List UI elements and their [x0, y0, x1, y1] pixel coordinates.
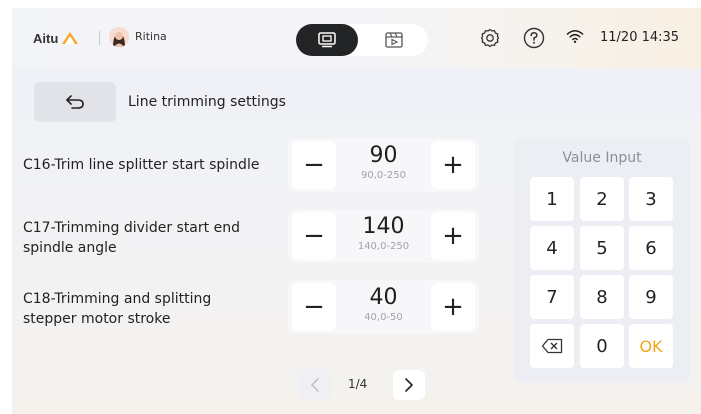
- stepper-value[interactable]: 140: [338, 214, 429, 239]
- video-mode-button[interactable]: [364, 24, 424, 56]
- settings-icon: [480, 28, 500, 48]
- stepper-range: 40,0-50: [364, 312, 403, 323]
- machine-icon: [318, 32, 336, 48]
- key-9[interactable]: 9: [629, 275, 673, 319]
- machine-mode-button[interactable]: [296, 24, 358, 56]
- brand-logo: Aitu: [33, 28, 79, 48]
- brand-logo-text: Aitu: [33, 30, 59, 46]
- top-bar: Aitu Ritina 11/20 14:35: [12, 8, 701, 68]
- stepper-value[interactable]: 40: [338, 285, 429, 310]
- back-arrow-icon: [66, 95, 84, 109]
- param-label-c18: C18-Trimming and splitting stepper motor…: [23, 291, 212, 327]
- brand-mark-icon: [62, 32, 79, 44]
- stepper-range: 90,0-250: [361, 170, 406, 181]
- key-3[interactable]: 3: [629, 177, 673, 221]
- mode-toggle: [296, 24, 428, 56]
- stepper-range: 140,0-250: [357, 241, 410, 252]
- key-5[interactable]: 5: [580, 226, 624, 270]
- key-0[interactable]: 0: [580, 324, 624, 368]
- help-button[interactable]: [522, 26, 546, 50]
- divider: [99, 31, 100, 45]
- decrement-button[interactable]: −: [292, 212, 336, 260]
- stepper-c17: − 140 140,0-250 +: [288, 209, 479, 263]
- stepper-value[interactable]: 90: [338, 143, 429, 168]
- backspace-key[interactable]: [530, 324, 574, 368]
- user-name: Ritina: [135, 30, 167, 43]
- chevron-left-icon: [311, 378, 319, 392]
- ok-key[interactable]: OK: [629, 324, 673, 368]
- decrement-button[interactable]: −: [292, 141, 336, 189]
- help-icon: [523, 27, 545, 49]
- stepper-c16: − 90 90,0-250 +: [288, 138, 479, 192]
- backspace-icon: [541, 338, 563, 354]
- datetime: 11/20 14:35: [600, 30, 680, 45]
- increment-button[interactable]: +: [431, 141, 475, 189]
- key-6[interactable]: 6: [629, 226, 673, 270]
- avatar-image: [109, 27, 129, 47]
- param-label-c16: C16-Trim line splitter start spindle: [23, 157, 260, 173]
- next-page-button[interactable]: [393, 370, 425, 400]
- settings-button[interactable]: [478, 26, 502, 50]
- increment-button[interactable]: +: [431, 283, 475, 331]
- key-8[interactable]: 8: [580, 275, 624, 319]
- back-button[interactable]: [34, 82, 116, 122]
- screen: Aitu Ritina 11/20 14:35 Line trimming se…: [12, 8, 701, 414]
- decrement-button[interactable]: −: [292, 283, 336, 331]
- video-icon: [385, 32, 403, 48]
- chevron-right-icon: [405, 378, 413, 392]
- param-label-c17: C17-Trimming divider start end spindle a…: [23, 220, 240, 256]
- page-title: Line trimming settings: [128, 94, 286, 110]
- key-4[interactable]: 4: [530, 226, 574, 270]
- key-2[interactable]: 2: [580, 177, 624, 221]
- wifi-icon: [566, 30, 584, 43]
- keypad-title: Value Input: [562, 150, 642, 166]
- increment-button[interactable]: +: [431, 212, 475, 260]
- app-frame: Aitu Ritina 11/20 14:35 Line trimming se…: [0, 0, 701, 414]
- value-input-keypad: Value Input 1 2 3 4 5 6 7 8 9 0 OK: [514, 137, 690, 383]
- key-7[interactable]: 7: [530, 275, 574, 319]
- page-indicator: 1/4: [348, 377, 368, 391]
- avatar[interactable]: [109, 27, 129, 47]
- prev-page-button[interactable]: [299, 370, 331, 400]
- stepper-c18: − 40 40,0-50 +: [288, 280, 479, 334]
- key-1[interactable]: 1: [530, 177, 574, 221]
